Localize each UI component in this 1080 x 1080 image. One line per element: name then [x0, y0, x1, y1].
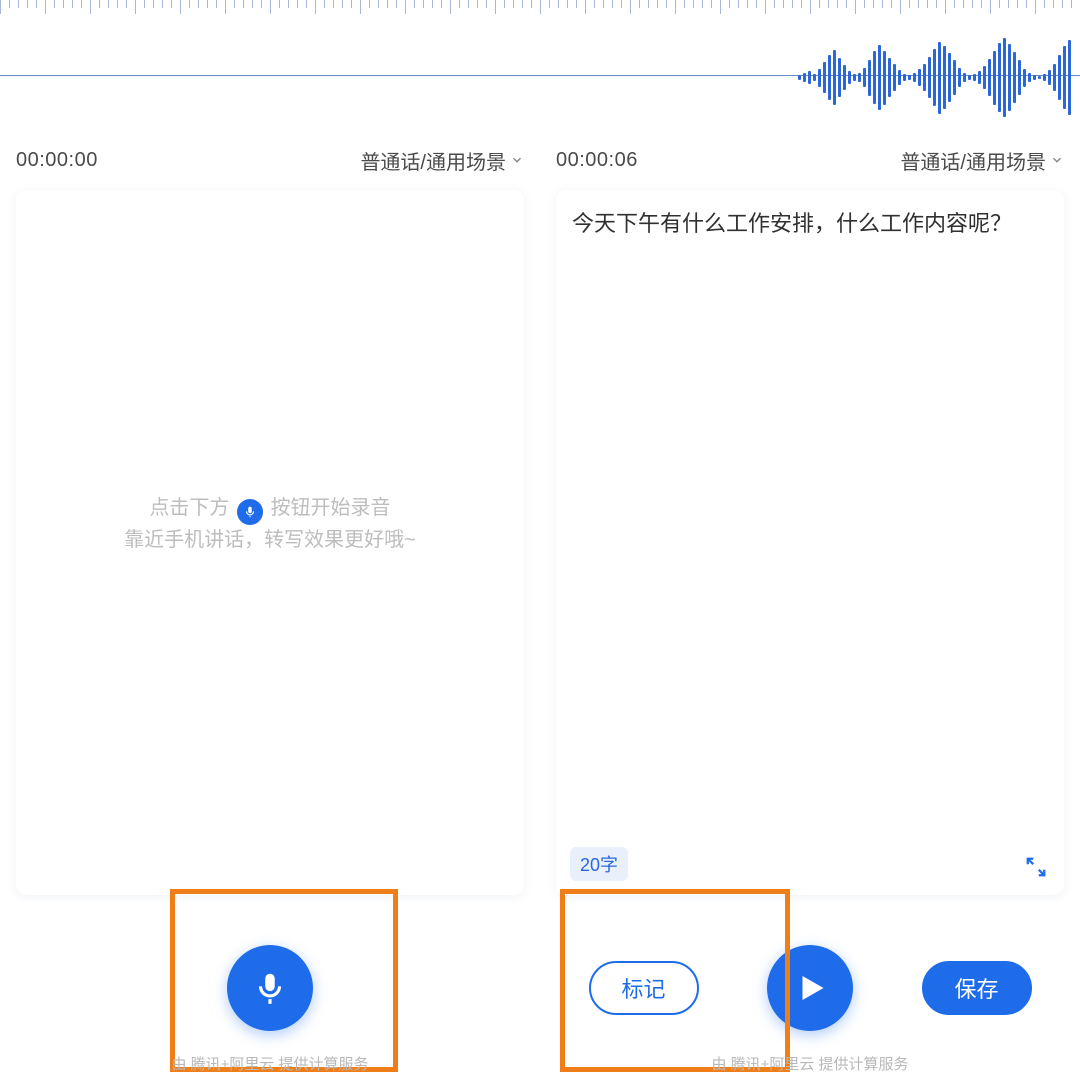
- microphone-icon: [237, 499, 263, 525]
- pane-left: 00:00:00 普通话/通用场景 点击下方 按钮开始录音 靠近手机讲话，转写效…: [0, 0, 540, 1080]
- expand-button[interactable]: [1022, 853, 1050, 881]
- language-selector-right[interactable]: 普通话/通用场景: [900, 146, 1064, 175]
- transcript-text[interactable]: 今天下午有什么工作安排，什么工作内容呢？: [572, 208, 1048, 240]
- play-icon: [792, 970, 828, 1006]
- waveform-left: [0, 0, 540, 125]
- pane-right: 00:00:06 普通话/通用场景 今天下午有什么工作安排，什么工作内容呢？ 2…: [540, 0, 1080, 1080]
- language-label: 普通话/通用场景: [900, 146, 1046, 175]
- expand-icon: [1025, 856, 1047, 878]
- waveform-right: [540, 0, 1080, 125]
- empty-hint: 点击下方 按钮开始录音 靠近手机讲话，转写效果更好哦~: [16, 493, 524, 555]
- chevron-down-icon: [510, 153, 524, 167]
- language-selector-left[interactable]: 普通话/通用场景: [360, 146, 524, 175]
- bottom-bar-left: 由 腾讯+阿里云 提供计算服务: [0, 895, 540, 1080]
- chevron-down-icon: [1050, 153, 1064, 167]
- timer-left: 00:00:00: [16, 149, 98, 172]
- transcript-card-left: 点击下方 按钮开始录音 靠近手机讲话，转写效果更好哦~: [16, 190, 524, 895]
- play-button[interactable]: [767, 945, 853, 1031]
- transcript-card-right: 今天下午有什么工作安排，什么工作内容呢？ 20字: [556, 190, 1064, 895]
- microphone-icon: [251, 969, 289, 1007]
- word-count-badge: 20字: [570, 847, 628, 881]
- language-label: 普通话/通用场景: [360, 146, 506, 175]
- timer-right: 00:00:06: [556, 149, 638, 172]
- save-button[interactable]: 保存: [922, 961, 1032, 1015]
- mark-button[interactable]: 标记: [589, 961, 699, 1015]
- footer-note-right: 由 腾讯+阿里云 提供计算服务: [540, 1053, 1080, 1074]
- record-button[interactable]: [227, 945, 313, 1031]
- bottom-bar-right: 标记 保存 由 腾讯+阿里云 提供计算服务: [540, 895, 1080, 1080]
- footer-note-left: 由 腾讯+阿里云 提供计算服务: [0, 1053, 540, 1074]
